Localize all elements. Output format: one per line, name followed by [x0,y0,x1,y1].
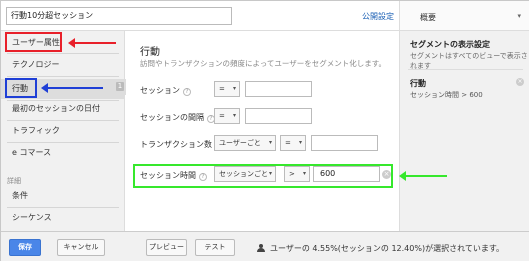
chevron-down-icon: ▾ [268,139,272,146]
summary-item-title: 行動 [410,79,426,88]
panel-title: 行動 [140,47,160,58]
segment-name-input[interactable]: 行動10分超セッション [6,7,232,25]
scope-select[interactable]: ユーザーごと ▾ [214,135,276,151]
sidebar-item-technology[interactable]: テクノロジー [1,55,125,75]
save-button[interactable]: 保存 [9,239,41,256]
visibility-desc: セグメントはすべてのビューで表示されます [410,52,528,70]
summary-item-desc: セッション時間 > 600 [410,91,483,99]
cancel-button[interactable]: キャンセル [57,239,105,256]
divider [7,76,119,77]
chevron-down-icon: ▾ [232,85,236,92]
selection-status: ユーザーの 4.55%(セッションの 12.40%)が選択されています。 [257,243,504,254]
footer-bar: 保存 キャンセル プレビュー テスト ユーザーの 4.55%(セッションの 12… [1,231,529,261]
sessions-row: セッション? = ▾ [126,80,398,100]
public-settings-link[interactable]: 公開設定 [362,11,394,22]
row-label: トランザクション数 [140,140,212,149]
sidebar-item-ecommerce[interactable]: e コマース [1,143,125,163]
panel-description: 訪問やトランザクションの頻度によってユーザーをセグメント化します。 [140,59,386,68]
chevron-down-icon: ▾ [232,112,236,119]
segment-editor: 行動10分超セッション 公開設定 ユーザー属性 テクノロジー 行動 最初のセッシ… [0,0,529,261]
behavior-panel: 行動 訪問やトランザクションの頻度によってユーザーをセグメント化します。 セッシ… [126,31,398,231]
summary-toggle[interactable]: 概要 ▾ [400,1,529,31]
divider [408,69,523,70]
advanced-section-label: 詳細 [7,177,21,185]
row-label: セッションの間隔 [140,113,204,122]
visibility-title: セグメントの表示設定 [410,40,490,49]
days-since-last-session-row: セッションの間隔? = ▾ [126,107,398,127]
summary-label: 概要 [420,13,436,22]
arrow-left-icon [41,83,103,93]
operator-select[interactable]: = ▾ [214,81,240,97]
value-input[interactable] [245,108,312,124]
divider [7,53,119,54]
user-icon [257,244,265,252]
transactions-row: トランザクション数? ユーザーごと▾ =▾ [126,134,398,154]
arrow-left-icon [68,38,116,48]
preview-button[interactable]: プレビュー [146,239,187,256]
chevron-down-icon: ▾ [298,139,302,146]
highlight-demographics [5,32,62,52]
value-input[interactable] [245,81,312,97]
sidebar-item-conditions[interactable]: 条件 [1,186,125,206]
segment-header: 行動10分超セッション 公開設定 [1,1,399,31]
highlight-behavior [5,78,37,98]
chevron-down-icon: ▾ [517,12,521,20]
highlight-session-duration [133,164,393,188]
arrow-left-icon [399,171,447,181]
test-button[interactable]: テスト [195,239,235,256]
summary-panel: 概要 ▾ セグメントの表示設定 セグメントはすべてのビューで表示されます 行動 … [399,1,529,231]
sidebar-item-sequences[interactable]: シーケンス [1,208,125,228]
operator-select[interactable]: = ▾ [214,108,240,124]
value-input[interactable] [311,135,378,151]
remove-summary-icon[interactable]: × [516,78,524,86]
active-filter-count-badge: 1 [112,79,126,95]
category-sidebar: ユーザー属性 テクノロジー 行動 最初のセッションの日付 トラフィック e コマ… [1,31,125,231]
sidebar-item-first-session-date[interactable]: 最初のセッションの日付 [1,99,125,119]
sidebar-item-traffic[interactable]: トラフィック [1,121,125,141]
operator-select[interactable]: = ▾ [280,135,306,151]
help-icon[interactable]: ? [183,88,191,96]
row-label: セッション [140,86,180,95]
